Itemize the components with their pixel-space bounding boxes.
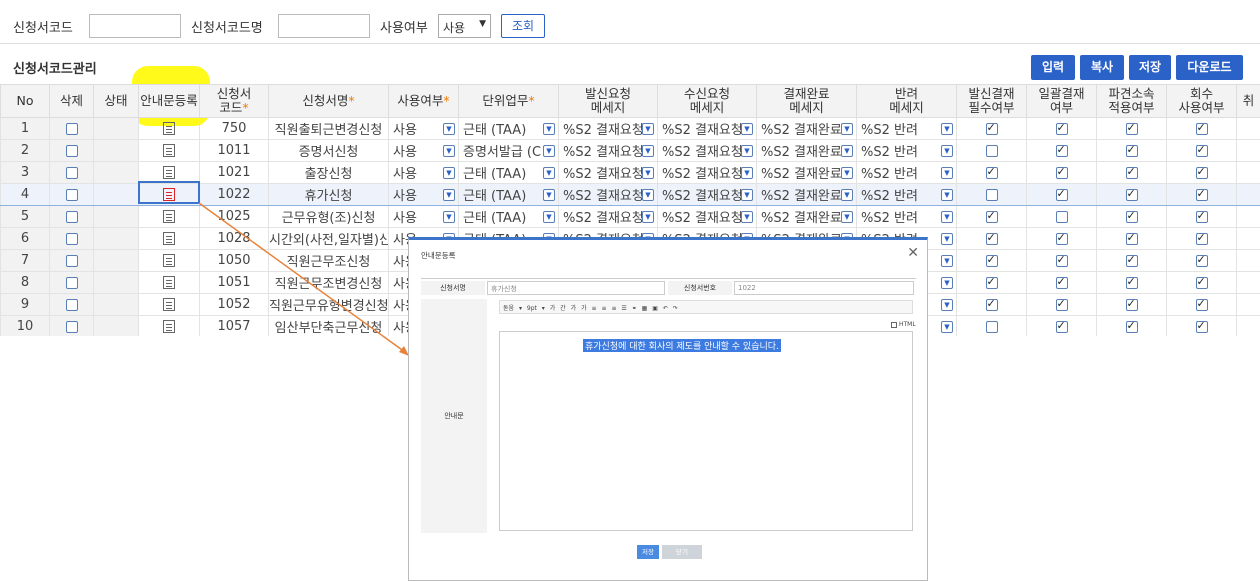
app-code-field[interactable]: 1022 <box>734 281 914 295</box>
table-icon[interactable]: ▦ <box>642 305 648 312</box>
link-icon[interactable]: ⚭ <box>632 305 637 312</box>
app-name-label: 신청서명 <box>421 281 485 295</box>
underline-icon[interactable]: 간 <box>560 305 566 312</box>
modal-title: 안내문등록 <box>421 251 456 260</box>
guide-register-modal: 안내문등록 ✕ 신청서명 휴가신청 신청서번호 1022 안내문 돋움 ▾ 9p… <box>408 237 928 581</box>
editor-area[interactable]: 휴가신청에 대한 회사의 제도를 안내할 수 있습니다. <box>499 331 913 531</box>
align-center-icon[interactable]: ≡ <box>601 305 606 312</box>
font-select[interactable]: 돋움 ▾ <box>503 305 522 312</box>
size-select[interactable]: 9pt ▾ <box>527 305 545 312</box>
align-right-icon[interactable]: ≡ <box>611 305 616 312</box>
align-left-icon[interactable]: ≡ <box>592 305 597 312</box>
html-checkbox[interactable]: HTML <box>891 321 916 328</box>
italic-icon[interactable]: 가 <box>571 305 577 312</box>
modal-save-button[interactable]: 저장 <box>637 545 659 559</box>
app-root: 신청서코드 신청서코드명 사용여부 사용 ▼ 조회 신청서코드관리 입력 복사 … <box>0 0 1260 581</box>
strike-icon[interactable]: 가 <box>581 305 587 312</box>
app-name-field[interactable]: 휴가신청 <box>487 281 665 295</box>
undo-icon[interactable]: ↶ <box>663 305 668 312</box>
checkbox-icon <box>891 321 897 328</box>
bold-icon[interactable]: 가 <box>550 305 556 312</box>
guide-label: 안내문 <box>421 299 487 533</box>
modal-close-button[interactable]: 닫기 <box>662 545 702 559</box>
modal-form: 신청서명 휴가신청 신청서번호 1022 안내문 돋움 ▾ 9pt ▾ 가 간 … <box>421 278 916 533</box>
app-code-label: 신청서번호 <box>668 281 732 295</box>
close-icon[interactable]: ✕ <box>907 245 919 261</box>
editor-selected-text: 휴가신청에 대한 회사의 제도를 안내할 수 있습니다. <box>583 339 781 352</box>
editor-toolbar: 돋움 ▾ 9pt ▾ 가 간 가 가 ≡ ≡ ≡ ☰ ⚭ ▦ ▣ ↶ ↷ <box>499 300 913 314</box>
redo-icon[interactable]: ↷ <box>673 305 678 312</box>
list-icon[interactable]: ☰ <box>621 305 626 312</box>
image-icon[interactable]: ▣ <box>652 305 658 312</box>
